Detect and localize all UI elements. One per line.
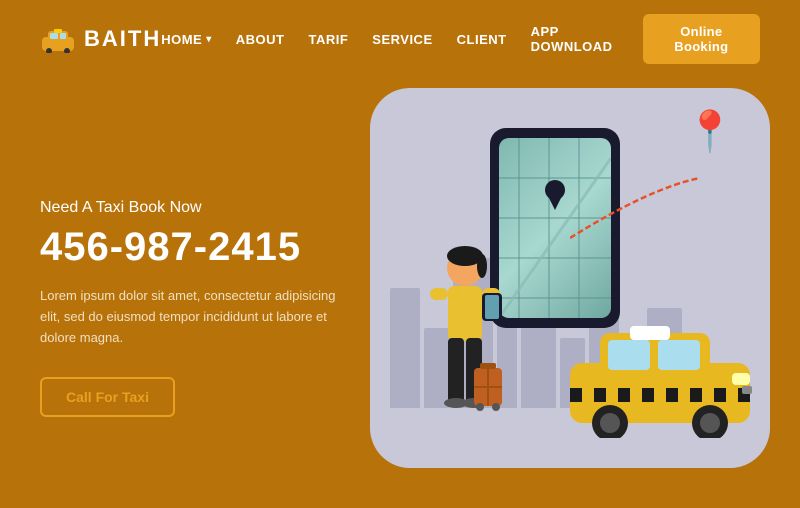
taxi-logo-icon bbox=[40, 27, 76, 51]
nav-app-download[interactable]: APP DOWNLOAD bbox=[531, 24, 619, 54]
hero-phone: 456-987-2415 bbox=[40, 225, 400, 270]
nav-service[interactable]: SERVICE bbox=[372, 32, 432, 47]
hero-description: Lorem ipsum dolor sit amet, consectetur … bbox=[40, 286, 340, 348]
hero-subtitle: Need A Taxi Book Now bbox=[40, 199, 400, 217]
online-booking-button[interactable]: Online Booking bbox=[643, 14, 760, 64]
location-pin-icon: 📍 bbox=[685, 108, 735, 155]
nav-tarif[interactable]: TARIF bbox=[308, 32, 348, 47]
logo: BAITH bbox=[40, 26, 161, 52]
connection-line-svg bbox=[570, 168, 720, 248]
person-svg bbox=[420, 238, 510, 438]
header: BAITH HOME ABOUT TARIF SERVICE CLIENT AP… bbox=[0, 0, 800, 78]
illustration-background: 📍 bbox=[370, 88, 770, 468]
hero-section: Need A Taxi Book Now 456-987-2415 Lorem … bbox=[0, 78, 800, 508]
hero-illustration: 📍 bbox=[370, 88, 770, 488]
logo-text: BAITH bbox=[84, 26, 161, 52]
nav-client[interactable]: CLIENT bbox=[457, 32, 507, 47]
hero-content: Need A Taxi Book Now 456-987-2415 Lorem … bbox=[40, 199, 400, 416]
call-for-taxi-button[interactable]: Call For Taxi bbox=[40, 377, 175, 417]
nav-about[interactable]: ABOUT bbox=[236, 32, 285, 47]
taxi-car-svg bbox=[560, 308, 760, 438]
nav: HOME ABOUT TARIF SERVICE CLIENT APP DOWN… bbox=[161, 14, 760, 64]
nav-home[interactable]: HOME bbox=[161, 32, 212, 47]
